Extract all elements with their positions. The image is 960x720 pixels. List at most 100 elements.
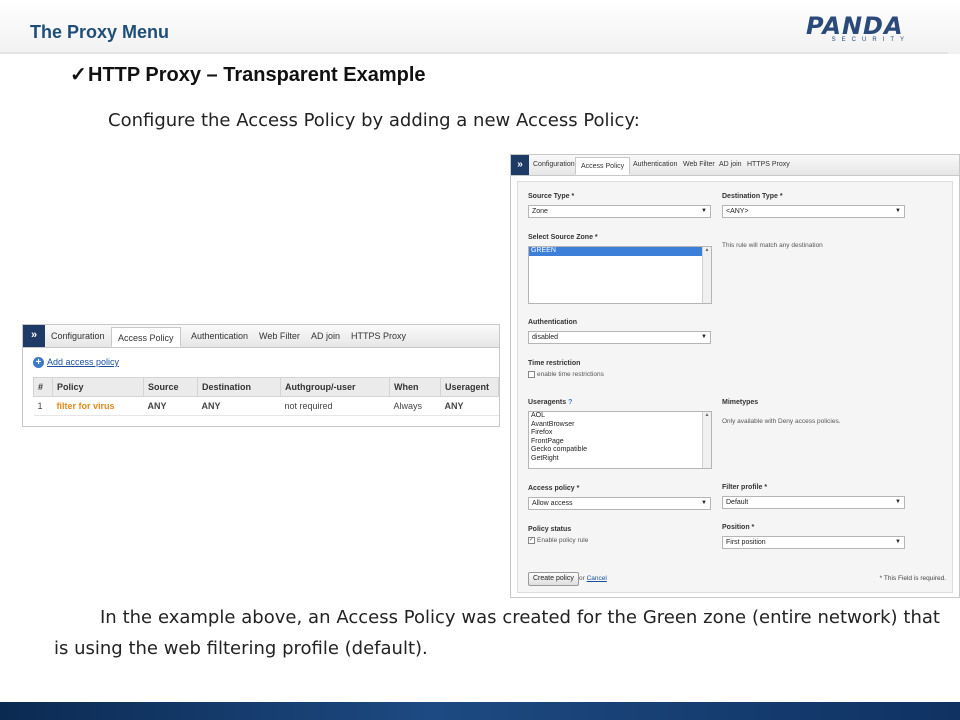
time-restriction-option[interactable]: enable time restrictions (528, 371, 604, 378)
slide-header: The Proxy Menu PANDA SECURITY (0, 0, 960, 54)
body-paragraph: In the example above, an Access Policy w… (54, 602, 940, 664)
tab-authentication[interactable]: Authentication (191, 325, 248, 347)
dropdown-arrow-icon: ▼ (701, 334, 707, 340)
footer-bar (0, 702, 960, 720)
position-value: First position (726, 539, 766, 546)
destination-type-label: Destination Type * (722, 193, 783, 200)
policy-status-checkbox[interactable]: ✓ (528, 537, 535, 544)
authentication-label: Authentication (528, 319, 577, 326)
time-restriction-checkbox[interactable] (528, 371, 535, 378)
destination-note: This rule will match any destination (722, 242, 823, 249)
useragent-option[interactable]: GetRight (529, 455, 711, 464)
time-restriction-label: Time restriction (528, 360, 581, 367)
position-label: Position * (722, 524, 755, 531)
slide-title: The Proxy Menu (30, 22, 170, 42)
useragents-listbox[interactable]: AOL AvantBrowser Firefox FrontPage Gecko… (528, 411, 712, 469)
tab-ad-join[interactable]: AD join (311, 325, 340, 347)
cancel-link[interactable]: Cancel (587, 575, 607, 582)
panda-logo: PANDA SECURITY (806, 14, 910, 44)
table-row[interactable]: 1 filter for virus ANY ANY not required … (33, 396, 499, 416)
tab-authentication[interactable]: Authentication (633, 155, 677, 175)
mimetypes-label: Mimetypes (722, 399, 759, 406)
column-header: # (33, 377, 53, 397)
filter-profile-label: Filter profile * (722, 484, 768, 491)
tab-access-policy[interactable]: Access Policy (575, 157, 631, 175)
policy-table: # Policy Source Destination Authgroup/-u… (33, 377, 499, 416)
column-header: Useragent (440, 377, 499, 397)
expand-icon[interactable]: » (511, 155, 529, 175)
tab-configuration[interactable]: Configuration (51, 325, 105, 347)
source-type-select[interactable]: Zone ▼ (528, 205, 711, 218)
destination-type-value: <ANY> (726, 208, 749, 215)
column-header: Destination (197, 377, 281, 397)
checkmark-icon: ✓ (70, 64, 87, 86)
table-header-row: # Policy Source Destination Authgroup/-u… (33, 377, 499, 397)
cell-useragent: ANY (440, 396, 499, 416)
tab-web-filter[interactable]: Web Filter (259, 325, 300, 347)
access-policy-form: Source Type * Zone ▼ Destination Type * <… (517, 181, 953, 593)
scrollbar[interactable]: ▲ (702, 412, 711, 468)
or-text-row: or Cancel (579, 575, 607, 582)
help-icon[interactable]: ? (568, 399, 572, 406)
dropdown-arrow-icon: ▼ (895, 499, 901, 505)
useragents-label: Useragents ? (528, 399, 572, 406)
dropdown-arrow-icon: ▼ (701, 500, 707, 506)
mimetypes-note: Only available with Deny access policies… (722, 418, 841, 425)
source-zone-option[interactable]: GREEN (529, 247, 702, 256)
useragent-option[interactable]: Firefox (529, 429, 711, 438)
filter-profile-value: Default (726, 499, 749, 506)
new-access-policy-screenshot: » Configuration Access Policy Authentica… (510, 154, 960, 598)
tab-web-filter[interactable]: Web Filter (683, 155, 715, 175)
tab-bar: » Configuration Access Policy Authentica… (511, 155, 959, 176)
useragent-option[interactable]: Gecko compatible (529, 446, 711, 455)
intro-text: Configure the Access Policy by adding a … (108, 110, 640, 131)
column-header: When (389, 377, 441, 397)
tab-https-proxy[interactable]: HTTPS Proxy (351, 325, 406, 347)
add-access-policy-link[interactable]: Add access policy (47, 357, 119, 367)
policy-status-checkbox-label: Enable policy rule (537, 537, 589, 545)
useragent-option[interactable]: AvantBrowser (529, 421, 711, 430)
or-text: or (579, 575, 585, 582)
cell-destination: ANY (197, 396, 281, 416)
section-heading-text: HTTP Proxy – Transparent Example (88, 64, 426, 86)
required-field-note: * This Field is required. (879, 575, 946, 582)
tab-configuration[interactable]: Configuration (533, 155, 575, 175)
source-type-label: Source Type * (528, 193, 575, 200)
useragent-option[interactable]: AOL (529, 412, 711, 421)
cell-when: Always (389, 396, 441, 416)
create-policy-button[interactable]: Create policy (528, 572, 579, 586)
source-type-value: Zone (532, 208, 548, 215)
dropdown-arrow-icon: ▼ (895, 208, 901, 214)
tab-https-proxy[interactable]: HTTPS Proxy (747, 155, 790, 175)
policy-status-label: Policy status (528, 526, 572, 533)
dropdown-arrow-icon: ▼ (701, 208, 707, 214)
tab-access-policy[interactable]: Access Policy (111, 327, 181, 347)
body-paragraph-text: In the example above, an Access Policy w… (54, 607, 940, 659)
position-select[interactable]: First position ▼ (722, 536, 905, 549)
filter-profile-select[interactable]: Default ▼ (722, 496, 905, 509)
section-heading: ✓HTTP Proxy – Transparent Example (70, 62, 426, 87)
cell-index: 1 (33, 396, 53, 416)
source-zone-listbox[interactable]: GREEN ▲ (528, 246, 712, 304)
access-policy-select[interactable]: Allow access ▼ (528, 497, 711, 510)
authentication-value: disabled (532, 334, 559, 341)
logo-wordmark: PANDA (806, 12, 904, 40)
authentication-select[interactable]: disabled ▼ (528, 331, 711, 344)
access-policy-label: Access policy * (528, 485, 580, 492)
cell-source: ANY (143, 396, 198, 416)
destination-type-select[interactable]: <ANY> ▼ (722, 205, 905, 218)
access-policy-list-screenshot: » Configuration Access Policy Authentica… (22, 324, 500, 427)
scrollbar[interactable]: ▲ (702, 247, 711, 303)
add-access-policy-row: + Add access policy (33, 357, 119, 369)
policy-status-option[interactable]: ✓ Enable policy rule (528, 537, 588, 544)
expand-icon[interactable]: » (23, 325, 45, 347)
useragent-option[interactable]: FrontPage (529, 438, 711, 447)
dropdown-arrow-icon: ▼ (895, 539, 901, 545)
tab-ad-join[interactable]: AD join (719, 155, 742, 175)
column-header: Policy (52, 377, 144, 397)
add-icon[interactable]: + (33, 357, 44, 369)
header-divider (0, 52, 948, 54)
cell-policy[interactable]: filter for virus (52, 396, 144, 416)
cell-authgroup: not required (280, 396, 390, 416)
time-restriction-checkbox-label: enable time restrictions (537, 371, 604, 379)
